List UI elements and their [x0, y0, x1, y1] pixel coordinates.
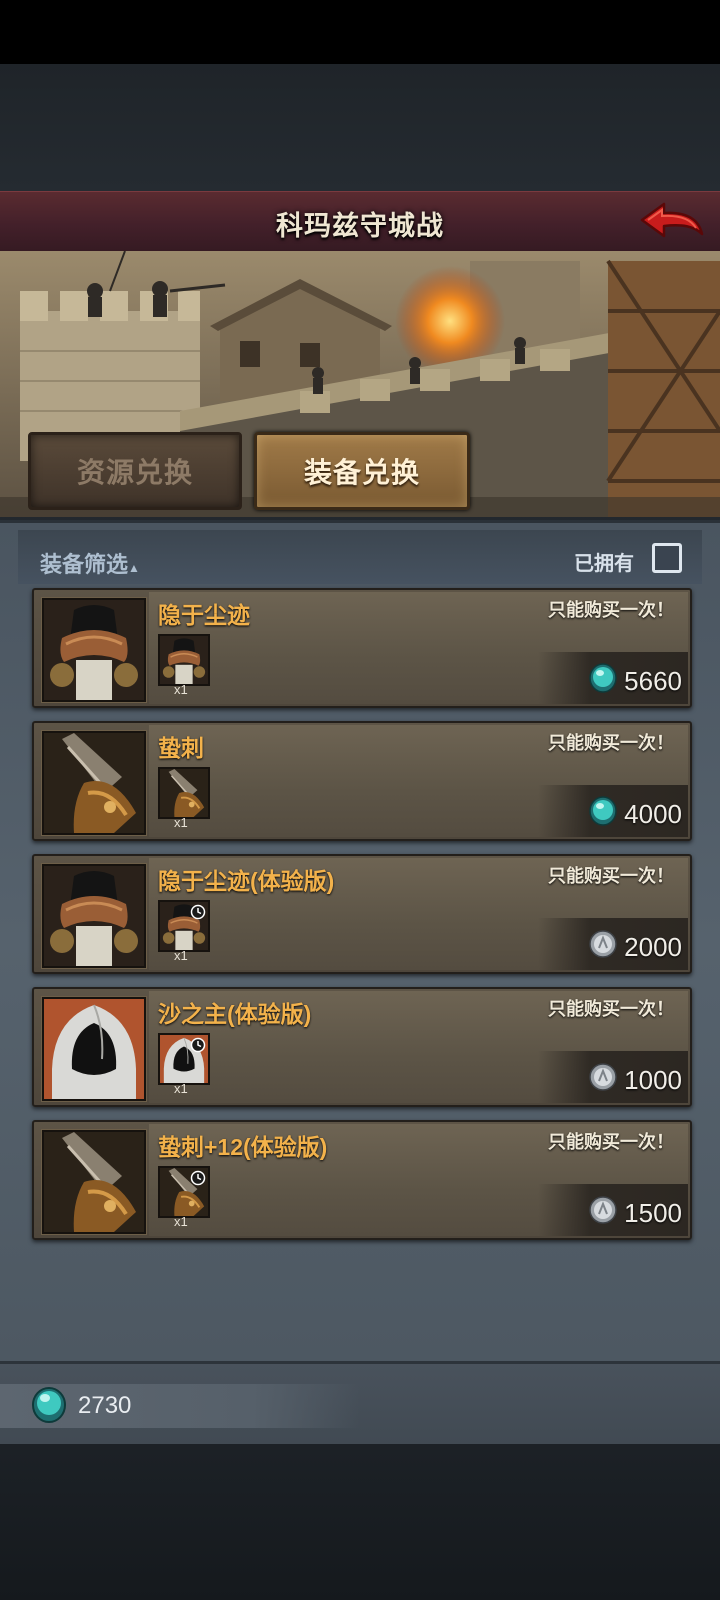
item-thumbnail[interactable] [158, 767, 210, 819]
item-name: 沙之主(体验版) [158, 1001, 312, 1027]
item-portrait[interactable] [42, 598, 146, 702]
item-quantity: x1 [174, 1214, 188, 1229]
purchase-limit: 只能购买一次！ [548, 866, 674, 886]
item-thumbnail[interactable] [158, 1166, 210, 1218]
clock-icon [190, 1170, 206, 1186]
item-name: 隐于尘迹(体验版) [158, 868, 335, 894]
item-portrait[interactable] [42, 731, 146, 835]
gem-balance: 2730 [78, 1392, 132, 1419]
item-thumbnail[interactable] [158, 1033, 210, 1085]
buy-price-button[interactable]: 5660 [588, 663, 682, 700]
owned-checkbox[interactable] [652, 543, 682, 573]
back-button[interactable] [638, 200, 706, 246]
equipment-filter-button[interactable]: 装备筛选▲ [40, 547, 140, 579]
price-value: 5660 [624, 666, 682, 696]
item-card[interactable]: 蛰刺 只能购买一次！ x1 4000 [32, 721, 692, 841]
gem-icon [32, 1387, 66, 1423]
clock-icon [190, 904, 206, 920]
gem-icon [588, 663, 624, 700]
purchase-limit: 只能购买一次！ [548, 733, 674, 753]
price-value: 1000 [624, 1065, 682, 1095]
item-quantity: x1 [174, 1081, 188, 1096]
item-card[interactable]: 蛰刺+12(体验版) 只能购买一次！ x1 1500 [32, 1120, 692, 1240]
item-portrait[interactable] [42, 997, 146, 1101]
buy-price-button[interactable]: 2000 [588, 929, 682, 966]
item-name: 隐于尘迹 [158, 602, 250, 628]
clock-icon [190, 1037, 206, 1053]
item-card[interactable]: 沙之主(体验版) 只能购买一次！ x1 1000 [32, 987, 692, 1107]
silver-coin-icon [588, 1195, 624, 1232]
item-name: 蛰刺+12(体验版) [158, 1134, 328, 1160]
price-value: 1500 [624, 1198, 682, 1228]
buy-price-button[interactable]: 1000 [588, 1062, 682, 1099]
silver-coin-icon [588, 1062, 624, 1099]
page-title: 科玛兹守城战 [276, 211, 444, 241]
back-arrow-icon [640, 202, 704, 238]
tab-equipment-exchange[interactable]: 装备兑换 [254, 432, 470, 510]
item-quantity: x1 [174, 948, 188, 963]
item-portrait[interactable] [42, 1130, 146, 1234]
tab-resource-exchange[interactable]: 资源兑换 [28, 432, 242, 510]
purchase-limit: 只能购买一次！ [548, 600, 674, 620]
silver-coin-icon [588, 929, 624, 966]
title-bar: 科玛兹守城战 [0, 191, 720, 254]
triangle-up-icon: ▲ [128, 561, 140, 575]
purchase-limit: 只能购买一次！ [548, 1132, 674, 1152]
owned-label: 已拥有 [574, 553, 634, 575]
item-card[interactable]: 隐于尘迹 只能购买一次！ x1 5660 [32, 588, 692, 708]
item-thumbnail[interactable] [158, 634, 210, 686]
price-value: 4000 [624, 799, 682, 829]
item-portrait[interactable] [42, 864, 146, 968]
item-thumbnail[interactable] [158, 900, 210, 952]
game-screen: 科玛兹守城战 资源兑换 装备兑换 装备筛选▲ 已拥有 隐于尘迹 只能购买一次！ … [0, 0, 720, 1600]
item-card[interactable]: 隐于尘迹(体验版) 只能购买一次！ x1 2000 [32, 854, 692, 974]
gem-icon [588, 796, 624, 833]
item-name: 蛰刺 [158, 735, 204, 761]
buy-price-button[interactable]: 4000 [588, 796, 682, 833]
price-value: 2000 [624, 932, 682, 962]
buy-price-button[interactable]: 1500 [588, 1195, 682, 1232]
item-quantity: x1 [174, 682, 188, 697]
item-quantity: x1 [174, 815, 188, 830]
filter-label: 装备筛选 [40, 552, 129, 577]
purchase-limit: 只能购买一次！ [548, 999, 674, 1019]
